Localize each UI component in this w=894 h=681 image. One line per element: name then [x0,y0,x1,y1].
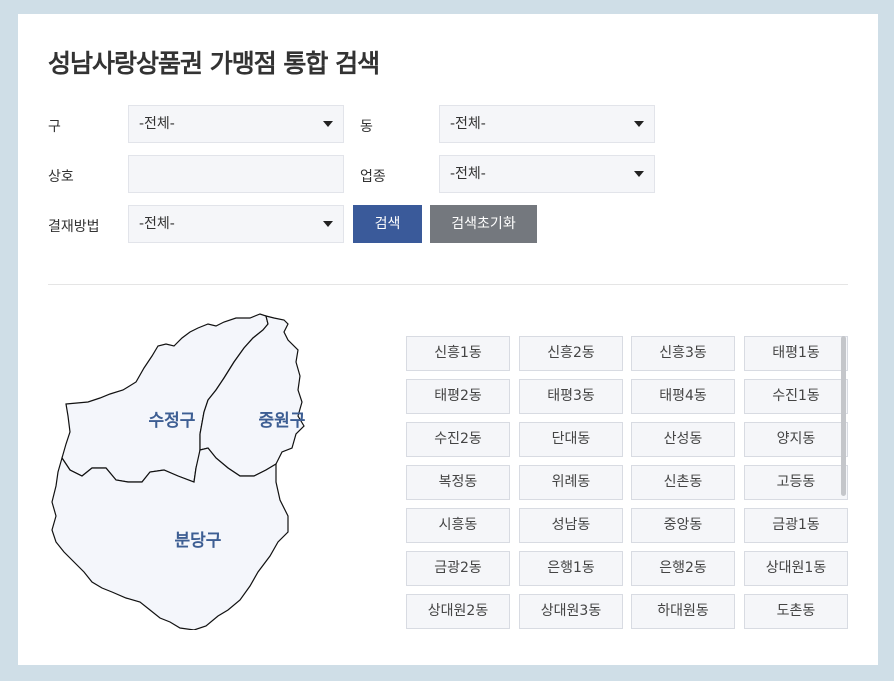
dong-button[interactable]: 태평1동 [744,336,848,371]
page-title: 성남사랑상품권 가맹점 통합 검색 [48,49,380,78]
dong-button[interactable]: 중앙동 [631,508,735,543]
dong-button[interactable]: 양지동 [744,422,848,457]
category-select-value: -전체- [450,166,486,182]
dong-button[interactable]: 태평3동 [519,379,623,414]
payment-select-value: -전체- [139,216,175,232]
dong-button[interactable]: 은행2동 [631,551,735,586]
payment-select[interactable]: -전체- [128,205,344,243]
search-panel: 성남사랑상품권 가맹점 통합 검색 구 -전체- 동 -전체- 상호 업종 -전… [18,14,878,665]
dong-button[interactable]: 태평4동 [631,379,735,414]
reset-button[interactable]: 검색초기화 [430,205,537,243]
dong-button[interactable]: 위례동 [519,465,623,500]
dong-button[interactable]: 하대원동 [631,594,735,629]
dong-button[interactable]: 태평2동 [406,379,510,414]
gu-select-value: -전체- [139,116,175,132]
dong-select[interactable]: -전체- [439,105,655,143]
dong-button[interactable]: 금광1동 [744,508,848,543]
search-button[interactable]: 검색 [353,205,422,243]
dong-button[interactable]: 단대동 [519,422,623,457]
divider [48,284,848,285]
dong-button[interactable]: 신촌동 [631,465,735,500]
dong-button[interactable]: 상대원2동 [406,594,510,629]
district-label-bundang: 분당구 [175,531,222,551]
chevron-down-icon [634,121,644,127]
dong-button[interactable]: 고등동 [744,465,848,500]
gu-label: 구 [48,119,61,135]
dong-button[interactable]: 수진1동 [744,379,848,414]
gu-select[interactable]: -전체- [128,105,344,143]
dong-list-scrollbar[interactable] [841,336,846,496]
dong-button[interactable]: 금광2동 [406,551,510,586]
dong-button[interactable]: 도촌동 [744,594,848,629]
chevron-down-icon [634,171,644,177]
district-label-jungwon: 중원구 [259,411,306,431]
dong-button[interactable]: 복정동 [406,465,510,500]
category-label: 업종 [360,169,386,185]
dong-button[interactable]: 산성동 [631,422,735,457]
category-select[interactable]: -전체- [439,155,655,193]
chevron-down-icon [323,121,333,127]
dong-button[interactable]: 신흥1동 [406,336,510,371]
dong-label: 동 [360,119,373,135]
payment-label: 결재방법 [48,219,100,235]
seongnam-district-map: 수정구 중원구 분당구 [51,313,306,630]
dong-button[interactable]: 상대원3동 [519,594,623,629]
dong-select-value: -전체- [450,116,486,132]
chevron-down-icon [323,221,333,227]
dong-button[interactable]: 수진2동 [406,422,510,457]
dong-button[interactable]: 상대원1동 [744,551,848,586]
name-input[interactable] [128,155,344,193]
dong-button[interactable]: 신흥2동 [519,336,623,371]
name-label: 상호 [48,169,74,185]
district-label-sujeong: 수정구 [149,411,196,431]
dong-button[interactable]: 신흥3동 [631,336,735,371]
dong-button[interactable]: 은행1동 [519,551,623,586]
dong-button[interactable]: 시흥동 [406,508,510,543]
dong-button[interactable]: 성남동 [519,508,623,543]
dong-list: 신흥1동 신흥2동 신흥3동 태평1동 태평2동 태평3동 태평4동 수진1동 … [406,336,852,632]
